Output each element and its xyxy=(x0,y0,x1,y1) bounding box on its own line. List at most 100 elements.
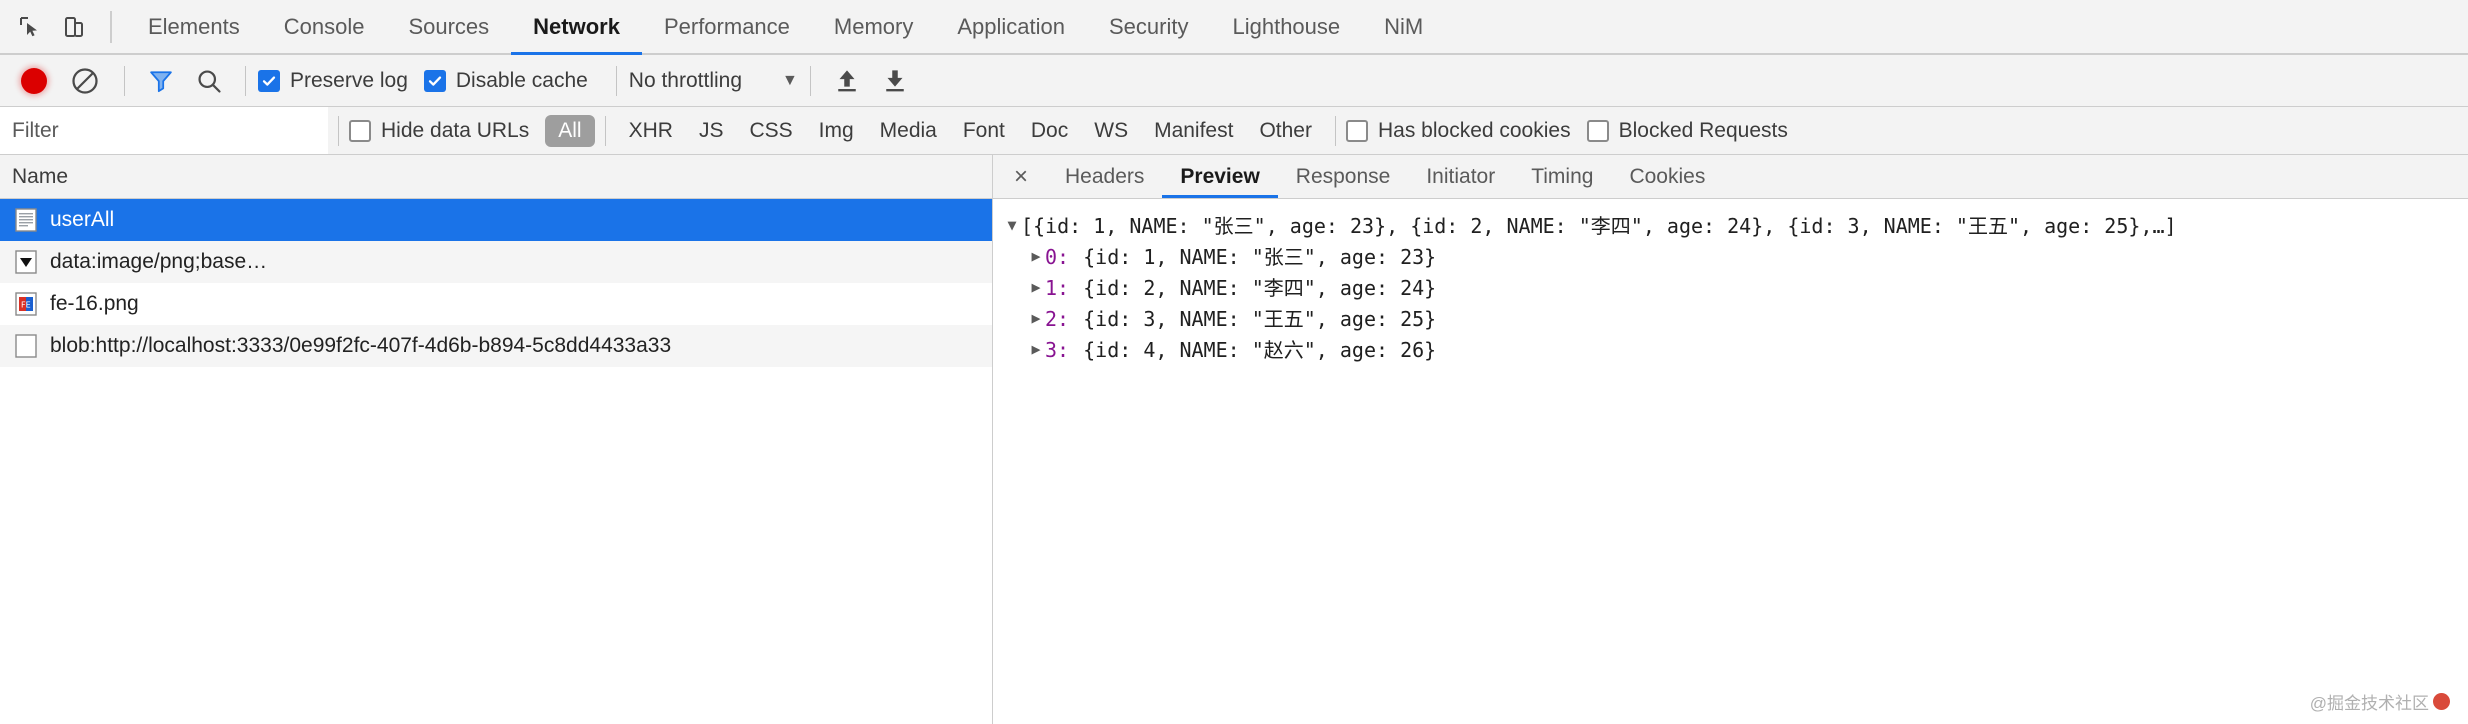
resource-filter-ws[interactable]: WS xyxy=(1081,115,1141,147)
tab-console[interactable]: Console xyxy=(262,0,387,53)
tab-lighthouse[interactable]: Lighthouse xyxy=(1210,0,1362,53)
detail-tabs: Headers Preview Response Initiator Timing Coo… xyxy=(1047,155,1723,198)
request-name: data:image/png;base… xyxy=(50,250,268,273)
device-toolbar-icon[interactable] xyxy=(52,5,96,49)
image-placeholder-icon xyxy=(14,249,38,275)
json-child-line[interactable]: ▶ 0: {id: 1, NAME: "张三", age: 23} xyxy=(1003,242,2468,273)
resource-filter-img[interactable]: Img xyxy=(806,115,867,147)
throttling-dropdown[interactable]: No throttling ▼ xyxy=(629,69,798,93)
resource-filter-manifest[interactable]: Manifest xyxy=(1141,115,1246,147)
filterbar-divider-2 xyxy=(604,115,606,146)
resource-filter-xhr[interactable]: XHR xyxy=(616,115,686,147)
tab-label: Lighthouse xyxy=(1232,13,1341,39)
preserve-log-checkbox[interactable]: Preserve log xyxy=(258,69,408,93)
detail-tab-headers[interactable]: Headers xyxy=(1047,155,1162,198)
resource-filter-other[interactable]: Other xyxy=(1246,115,1325,147)
has-blocked-cookies-checkbox-box[interactable] xyxy=(1345,119,1368,142)
detail-tab-cookies[interactable]: Cookies xyxy=(1611,155,1723,198)
inspect-element-icon[interactable] xyxy=(8,5,52,49)
resource-filter-doc[interactable]: Doc xyxy=(1018,115,1081,147)
resource-filter-media[interactable]: Media xyxy=(867,115,950,147)
detail-tab-response[interactable]: Response xyxy=(1278,155,1409,198)
table-row[interactable]: FE fe-16.png xyxy=(0,283,992,325)
hide-data-urls-checkbox[interactable]: Hide data URLs xyxy=(349,119,529,143)
json-child-line[interactable]: ▶ 1: {id: 2, NAME: "李四", age: 24} xyxy=(1003,273,2468,304)
column-header-name: Name xyxy=(12,164,69,188)
devtools-window: Elements Console Sources Network Performance… xyxy=(0,0,2468,724)
svg-text:FE: FE xyxy=(21,301,31,310)
record-button[interactable] xyxy=(21,67,47,94)
search-icon[interactable] xyxy=(191,63,227,99)
json-child-line[interactable]: ▶ 3: {id: 4, NAME: "赵六", age: 26} xyxy=(1003,335,2468,366)
blank-document-icon xyxy=(14,333,38,359)
collapse-triangle-icon[interactable]: ▶ xyxy=(1027,304,1045,333)
tab-nim[interactable]: NiM xyxy=(1362,0,1445,53)
request-name: fe-16.png xyxy=(50,292,139,315)
disable-cache-label: Disable cache xyxy=(455,68,588,92)
table-row[interactable]: data:image/png;base… xyxy=(0,241,992,283)
network-main-area: Name userAll data:image/png;base… FE fe-16.… xyxy=(0,155,2468,724)
tab-network[interactable]: Network xyxy=(511,0,642,53)
detail-tab-preview[interactable]: Preview xyxy=(1162,155,1277,198)
toolbar-divider-3 xyxy=(615,65,617,96)
watermark: @掘金技术社区 xyxy=(2310,689,2454,714)
detail-tab-timing[interactable]: Timing xyxy=(1513,155,1611,198)
resource-filter-font[interactable]: Font xyxy=(950,115,1018,147)
has-blocked-cookies-label: Has blocked cookies xyxy=(1377,118,1571,142)
toolbar-divider-4 xyxy=(809,65,811,96)
hide-data-urls-checkbox-box[interactable] xyxy=(349,119,371,142)
has-blocked-cookies-checkbox[interactable]: Has blocked cookies xyxy=(1345,118,1571,143)
filter-input[interactable] xyxy=(0,107,328,154)
export-har-icon[interactable] xyxy=(877,63,913,99)
request-list-header: Name xyxy=(0,155,992,199)
detail-tabbar: × Headers Preview Response Initiator Timing C… xyxy=(993,155,2468,199)
tab-performance[interactable]: Performance xyxy=(642,0,812,53)
collapse-triangle-icon[interactable]: ▶ xyxy=(1027,242,1045,271)
collapse-triangle-icon[interactable]: ▶ xyxy=(1027,273,1045,302)
disable-cache-checkbox-box[interactable] xyxy=(423,69,446,92)
tab-security[interactable]: Security xyxy=(1087,0,1210,53)
expand-triangle-icon[interactable]: ▼ xyxy=(1003,211,1021,240)
resource-filter-css[interactable]: CSS xyxy=(736,115,805,147)
blocked-requests-checkbox-box[interactable] xyxy=(1586,119,1609,142)
preview-json-viewer[interactable]: ▼ [{id: 1, NAME: "张三", age: 23}, {id: 2, … xyxy=(993,199,2468,724)
preserve-log-checkbox-box[interactable] xyxy=(258,69,280,92)
resource-filter-all[interactable]: All xyxy=(545,114,595,147)
tab-label: NiM xyxy=(1384,13,1424,39)
xhr-document-icon xyxy=(14,207,38,233)
filterbar-divider-3 xyxy=(1334,115,1336,146)
resource-type-filters: All XHR JS CSS Img Media Font Doc WS Manifest Othe… xyxy=(545,114,1325,147)
filter-funnel-icon[interactable] xyxy=(143,63,179,99)
tab-label: Application xyxy=(957,13,1065,39)
blocked-requests-checkbox[interactable]: Blocked Requests xyxy=(1586,119,1788,143)
disable-cache-checkbox[interactable]: Disable cache xyxy=(423,68,588,93)
toolbar-divider-2 xyxy=(245,65,246,96)
json-child-text: {id: 2, NAME: "李四", age: 24} xyxy=(1083,276,1437,300)
tab-label: Security xyxy=(1109,13,1189,39)
close-icon[interactable]: × xyxy=(1003,159,1039,195)
tab-application[interactable]: Application xyxy=(935,0,1087,53)
json-child-line[interactable]: ▶ 2: {id: 3, NAME: "王五", age: 25} xyxy=(1003,304,2468,335)
favicon-png-icon: FE xyxy=(14,291,38,317)
request-detail-pane: × Headers Preview Response Initiator Timing C… xyxy=(993,155,2468,724)
import-har-icon[interactable] xyxy=(829,63,865,99)
tab-label: Console xyxy=(283,13,365,39)
clear-button[interactable] xyxy=(68,64,102,98)
json-child-index: 0: xyxy=(1045,245,1070,269)
request-list[interactable]: userAll data:image/png;base… FE fe-16.png bl… xyxy=(0,199,992,724)
table-row[interactable]: blob:http://localhost:3333/0e99f2fc-407f… xyxy=(0,325,992,367)
resource-filter-js[interactable]: JS xyxy=(686,115,737,147)
tab-elements[interactable]: Elements xyxy=(126,0,262,53)
json-root-text: [{id: 1, NAME: "张三", age: 23}, {id: 2, N… xyxy=(1021,214,2177,238)
detail-tab-initiator[interactable]: Initiator xyxy=(1408,155,1513,198)
json-child-index: 1: xyxy=(1045,276,1070,300)
table-row[interactable]: userAll xyxy=(0,199,992,241)
tab-memory[interactable]: Memory xyxy=(812,0,935,53)
panel-tabs: Elements Console Sources Network Performance… xyxy=(126,0,1445,53)
json-child-text: {id: 3, NAME: "王五", age: 25} xyxy=(1083,307,1437,331)
tab-sources[interactable]: Sources xyxy=(386,0,511,53)
json-root-line[interactable]: ▼ [{id: 1, NAME: "张三", age: 23}, {id: 2, … xyxy=(1003,211,2468,242)
tabbar-divider xyxy=(110,10,112,43)
collapse-triangle-icon[interactable]: ▶ xyxy=(1027,335,1045,364)
throttling-value: No throttling xyxy=(628,68,743,92)
